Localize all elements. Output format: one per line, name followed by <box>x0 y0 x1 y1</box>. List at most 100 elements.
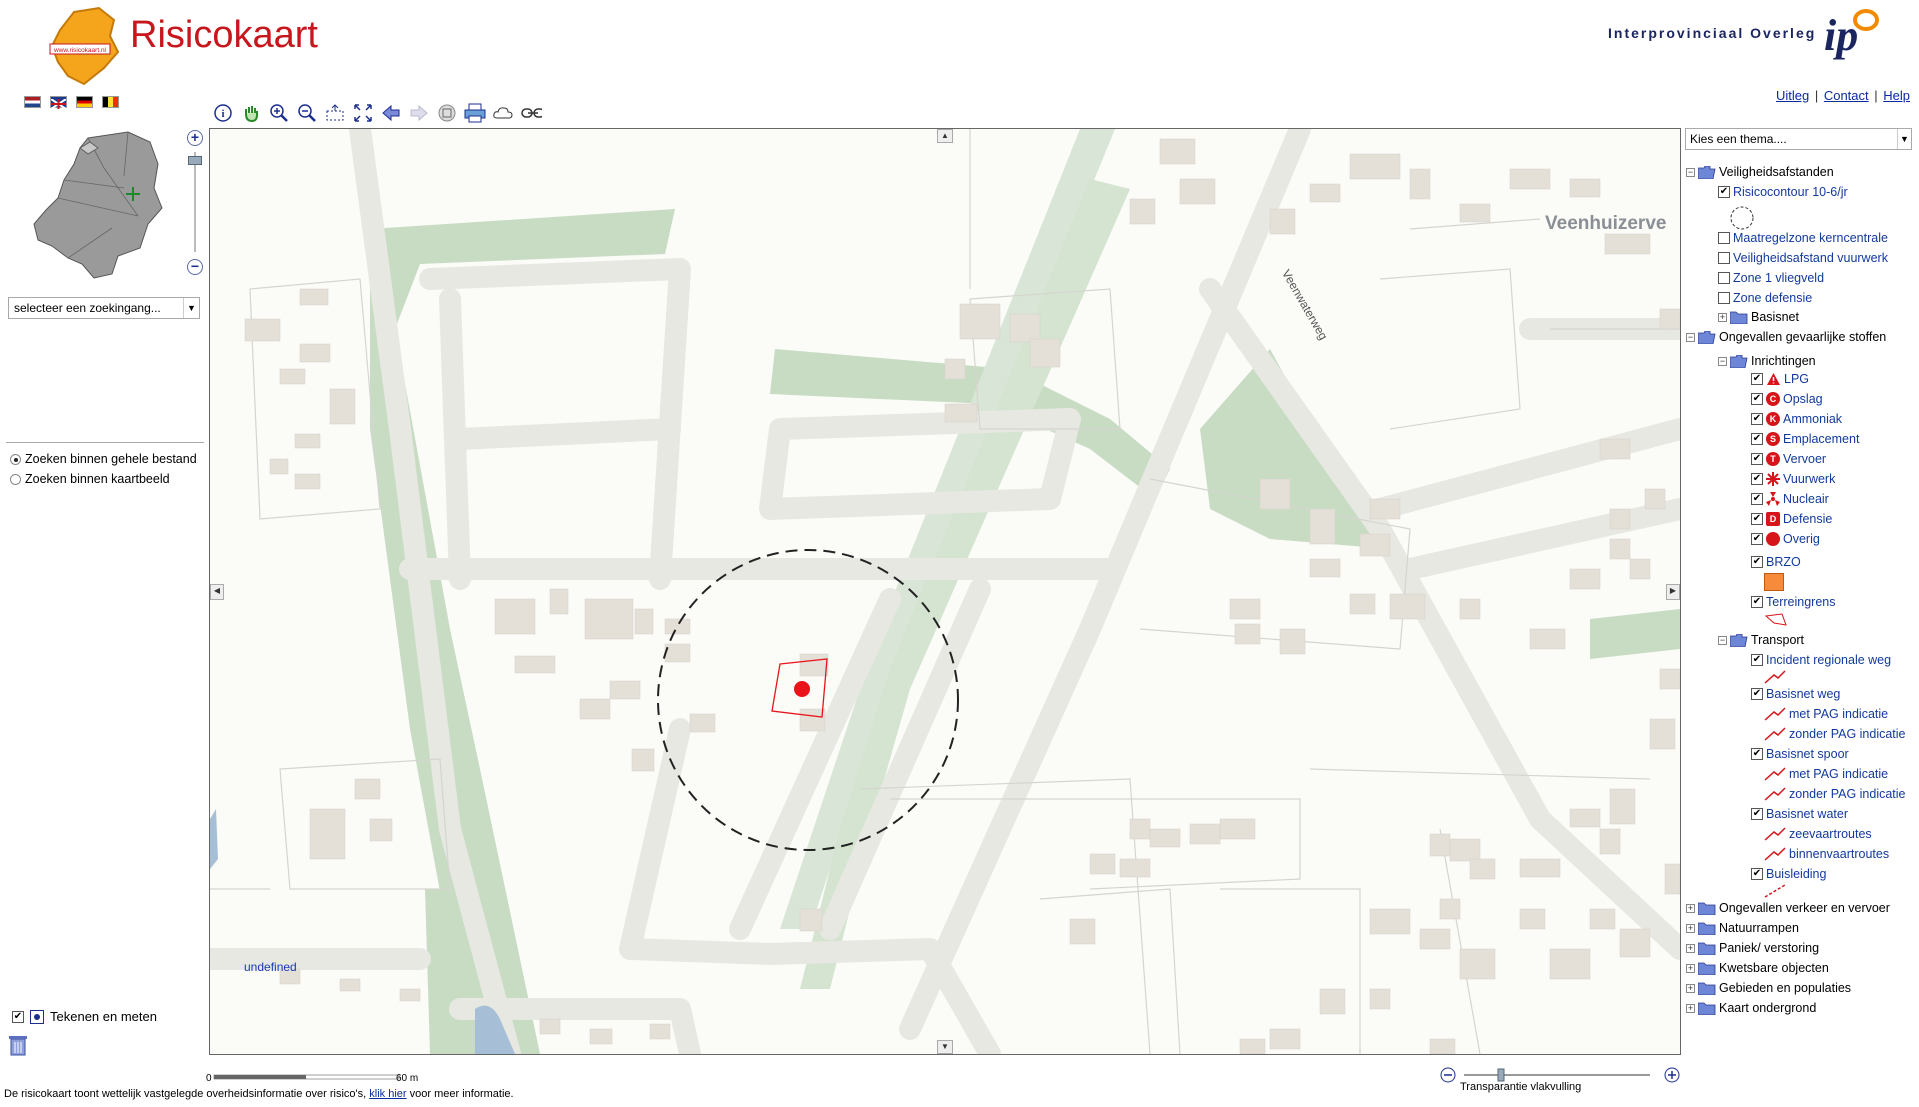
checkbox[interactable]: ✔ <box>1751 533 1763 545</box>
expand-icon[interactable]: + <box>1686 983 1695 993</box>
checkbox[interactable]: ✔ <box>1751 688 1763 700</box>
checkbox[interactable]: ✔ <box>1751 473 1763 485</box>
tree-nucleair[interactable]: ✔ Nucleair <box>1751 492 1829 506</box>
collapse-icon[interactable]: − <box>1718 635 1727 645</box>
zoom-box-icon[interactable] <box>324 102 346 124</box>
tree-vuurwerk-afstand[interactable]: Veiligheidsafstand vuurwerk <box>1718 251 1888 265</box>
draw-tool-icon[interactable] <box>30 1009 44 1024</box>
checkbox[interactable]: ✔ <box>1751 393 1763 405</box>
zoom-out-icon[interactable] <box>296 102 318 124</box>
expand-icon[interactable]: + <box>1686 943 1695 953</box>
flag-nl-icon[interactable] <box>24 96 41 108</box>
tree-basisnet-spoor[interactable]: ✔ Basisnet spoor <box>1751 747 1849 761</box>
checkbox[interactable]: ✔ <box>1751 513 1763 525</box>
tree-kaart-ondergrond[interactable]: + Kaart ondergrond <box>1686 1001 1816 1015</box>
tree-natuurrampen[interactable]: + Natuurrampen <box>1686 921 1799 935</box>
collapse-icon[interactable]: − <box>1686 332 1695 342</box>
flag-de-icon[interactable] <box>76 96 93 108</box>
tree-ongevallen-verkeer[interactable]: + Ongevallen verkeer en vervoer <box>1686 901 1890 915</box>
draw-measure-checkbox[interactable]: ✔ <box>12 1010 24 1023</box>
tree-buisleiding[interactable]: ✔ Buisleiding <box>1751 867 1826 881</box>
tree-risicocontour[interactable]: ✔ Risicocontour 10-6/jr <box>1718 185 1848 199</box>
pan-hand-icon[interactable] <box>240 102 262 124</box>
pan-right-arrow-icon[interactable]: ▶ <box>1666 584 1680 600</box>
tree-overig[interactable]: ✔ Overig <box>1751 532 1820 546</box>
tree-zone-defensie[interactable]: Zone defensie <box>1718 291 1812 305</box>
previous-extent-icon[interactable] <box>380 102 402 124</box>
overview-map[interactable] <box>28 128 168 280</box>
flag-fr-icon[interactable] <box>102 96 119 108</box>
pan-up-arrow-icon[interactable]: ▲ <box>937 129 953 143</box>
checkbox[interactable]: ✔ <box>1751 433 1763 445</box>
expand-icon[interactable]: + <box>1686 923 1695 933</box>
checkbox[interactable]: ✔ <box>1751 373 1763 385</box>
tree-defensie[interactable]: ✔ D Defensie <box>1751 512 1832 526</box>
full-extent-icon[interactable] <box>352 102 374 124</box>
tree-veiligheidsafstanden[interactable]: − Veiligheidsafstanden <box>1686 165 1834 179</box>
tree-maatregelzone[interactable]: Maatregelzone kerncentrale <box>1718 231 1888 245</box>
flag-en-icon[interactable] <box>50 96 67 110</box>
checkbox[interactable]: ✔ <box>1751 654 1763 666</box>
tree-basisnet[interactable]: + Basisnet <box>1718 310 1799 324</box>
radio-button[interactable] <box>10 453 21 465</box>
tree-opslag[interactable]: ✔ C Opslag <box>1751 392 1823 406</box>
tree-basisnet-weg[interactable]: ✔ Basisnet weg <box>1751 687 1840 701</box>
zoom-slider-track[interactable] <box>194 152 196 252</box>
tree-transport[interactable]: − Transport <box>1718 633 1804 647</box>
checkbox[interactable]: ✔ <box>1751 868 1763 880</box>
footer-link[interactable]: klik hier <box>369 1088 406 1100</box>
contact-link[interactable]: Contact <box>1824 88 1869 103</box>
radio-search-view[interactable]: Zoeken binnen kaartbeeld <box>10 472 170 486</box>
trash-icon[interactable] <box>8 1034 28 1059</box>
tree-inrichtingen[interactable]: − Inrichtingen <box>1718 354 1816 368</box>
radio-button[interactable] <box>10 473 21 485</box>
checkbox[interactable] <box>1718 272 1730 284</box>
checkbox[interactable]: ✔ <box>1751 493 1763 505</box>
expand-icon[interactable]: + <box>1686 963 1695 973</box>
expand-icon[interactable]: + <box>1718 312 1727 322</box>
checkbox[interactable]: ✔ <box>1751 808 1763 820</box>
checkbox[interactable]: ✔ <box>1751 453 1763 465</box>
tree-zone1[interactable]: Zone 1 vliegveld <box>1718 271 1824 285</box>
zoom-slider-handle[interactable] <box>188 156 202 165</box>
pan-down-arrow-icon[interactable]: ▼ <box>937 1040 953 1054</box>
draw-measure-row[interactable]: ✔ Tekenen en meten <box>12 1009 157 1024</box>
uitleg-link[interactable]: Uitleg <box>1776 88 1809 103</box>
zoom-in-button[interactable]: + <box>187 130 203 146</box>
checkbox[interactable]: ✔ <box>1751 413 1763 425</box>
risk-location-marker[interactable] <box>794 681 810 697</box>
checkbox[interactable] <box>1718 292 1730 304</box>
expand-icon[interactable]: + <box>1686 1003 1695 1013</box>
checkbox[interactable]: ✔ <box>1751 556 1763 568</box>
radio-search-all[interactable]: Zoeken binnen gehele bestand <box>10 452 197 466</box>
tree-paniek[interactable]: + Paniek/ verstoring <box>1686 941 1819 955</box>
tree-kwetsbare[interactable]: + Kwetsbare objecten <box>1686 961 1829 975</box>
tree-ammoniak[interactable]: ✔ K Ammoniak <box>1751 412 1842 426</box>
checkbox[interactable]: ✔ <box>1718 186 1730 198</box>
tree-ongevallen-stoffen[interactable]: − Ongevallen gevaarlijke stoffen <box>1686 330 1886 344</box>
tree-lpg[interactable]: ✔ LPG <box>1751 372 1809 386</box>
tree-terreingrens[interactable]: ✔ Terreingrens <box>1751 595 1835 609</box>
cloud-icon[interactable] <box>492 102 514 124</box>
tree-gebieden[interactable]: + Gebieden en populaties <box>1686 981 1851 995</box>
help-link[interactable]: Help <box>1883 88 1910 103</box>
collapse-icon[interactable]: − <box>1718 356 1727 366</box>
tree-basisnet-water[interactable]: ✔ Basisnet water <box>1751 807 1848 821</box>
link-icon[interactable] <box>520 102 542 124</box>
pan-left-arrow-icon[interactable]: ◀ <box>210 584 224 600</box>
tree-incident-weg[interactable]: ✔ Incident regionale weg <box>1751 653 1891 667</box>
search-select[interactable]: selecteer een zoekingang... ▼ <box>8 297 200 319</box>
zoom-out-button[interactable]: − <box>187 259 203 275</box>
collapse-icon[interactable]: − <box>1686 167 1695 177</box>
tree-emplacement[interactable]: ✔ S Emplacement <box>1751 432 1859 446</box>
next-extent-icon[interactable] <box>408 102 430 124</box>
expand-icon[interactable]: + <box>1686 903 1695 913</box>
checkbox[interactable]: ✔ <box>1751 596 1763 608</box>
checkbox[interactable] <box>1718 232 1730 244</box>
checkbox[interactable] <box>1718 252 1730 264</box>
tree-brzo[interactable]: ✔ BRZO <box>1751 555 1801 569</box>
map-canvas[interactable]: Veenwaterweg Veenhuizerve undefined ▲ ▼ … <box>209 128 1681 1055</box>
print-icon[interactable] <box>464 102 486 124</box>
checkbox[interactable]: ✔ <box>1751 748 1763 760</box>
tree-vuurwerk[interactable]: ✔ Vuurwerk <box>1751 472 1835 486</box>
